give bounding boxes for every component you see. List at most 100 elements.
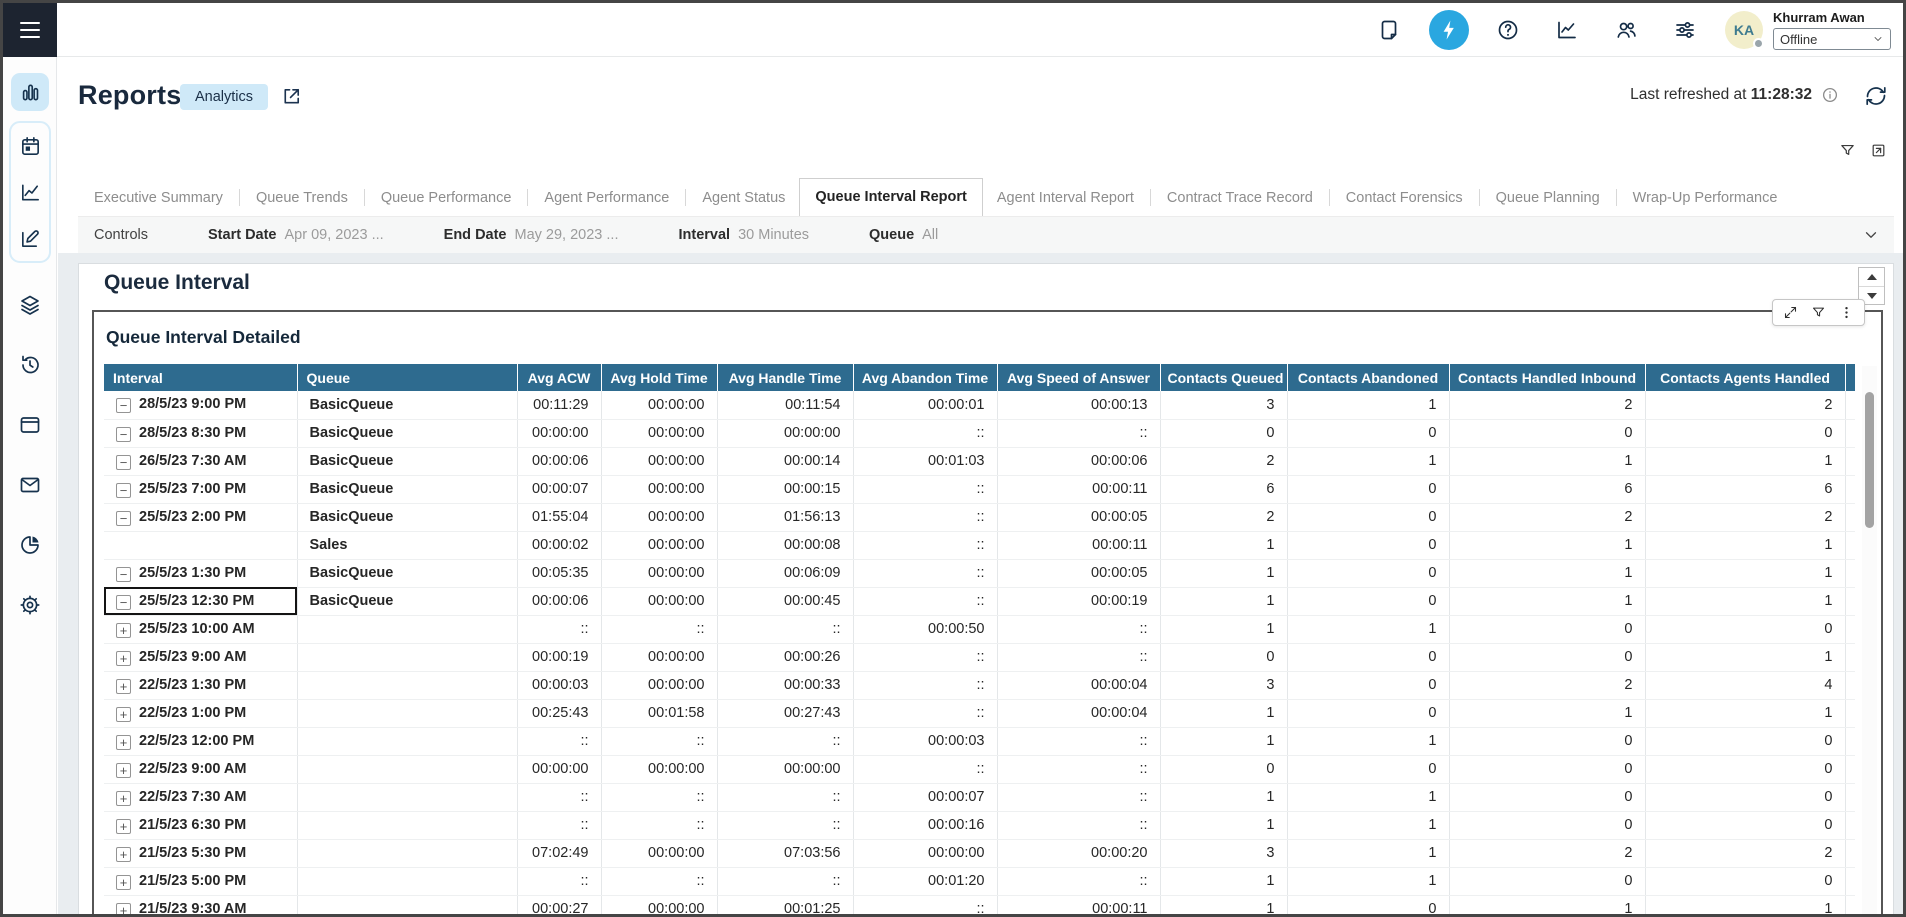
tab-agent-status[interactable]: Agent Status (688, 181, 799, 216)
metrics-icon (1555, 18, 1579, 42)
control-interval[interactable]: Interval30 Minutes (678, 227, 809, 243)
queue-cell (297, 755, 517, 783)
expand-toggle[interactable]: + (116, 651, 131, 666)
collapse-toggle[interactable]: − (116, 398, 131, 413)
value-cell: 1 (1287, 839, 1449, 867)
tab-contact-forensics[interactable]: Contact Forensics (1332, 181, 1477, 216)
note-icon-button[interactable] (1370, 10, 1410, 50)
visual-funnel-icon[interactable] (1811, 305, 1826, 320)
expand-toggle[interactable]: + (116, 819, 131, 834)
queue-cell: BasicQueue (297, 503, 517, 531)
column-header-contacts-handled-inbound[interactable]: Contacts Handled Inbound (1449, 364, 1645, 391)
hamburger-menu-button[interactable] (3, 3, 57, 57)
metrics-icon-button[interactable] (1547, 10, 1587, 50)
popout-icon[interactable] (1870, 142, 1887, 159)
sidebar-item-reports-active[interactable] (11, 73, 49, 111)
expand-toggle[interactable]: + (116, 735, 131, 750)
expand-toggle[interactable]: + (116, 623, 131, 638)
sidebar-item-history[interactable] (18, 353, 42, 377)
value-cell: 00:06:09 (717, 559, 853, 587)
info-icon[interactable] (1821, 86, 1839, 104)
app-window: KA Khurram Awan Offline Reports Analytic… (0, 0, 1906, 917)
value-cell: :: (517, 727, 601, 755)
controls-bar: Controls Start DateApr 09, 2023 ...End D… (78, 216, 1894, 253)
expand-toggle[interactable]: + (116, 847, 131, 862)
expand-icon[interactable] (1783, 305, 1798, 320)
value-cell: 0 (1645, 867, 1845, 895)
refresh-icon[interactable] (1864, 84, 1888, 108)
avatar[interactable]: KA (1725, 11, 1763, 49)
settings-sliders-icon-button[interactable] (1665, 10, 1705, 50)
topbar-icons (1351, 10, 1705, 50)
collapse-toggle[interactable]: − (116, 483, 131, 498)
collapse-toggle[interactable]: − (116, 567, 131, 582)
column-header-avg-speed-of-answer[interactable]: Avg Speed of Answer (997, 364, 1160, 391)
expand-toggle[interactable]: + (116, 875, 131, 890)
table-row: −28/5/23 9:00 PMBasicQueue00:11:2900:00:… (104, 391, 1855, 419)
sidebar-item-canvas-edit[interactable] (19, 227, 42, 250)
tab-contract-trace-record[interactable]: Contract Trace Record (1153, 181, 1327, 216)
value-cell: 00:00:06 (517, 447, 601, 475)
column-header-contacts-abandoned[interactable]: Contacts Abandoned (1287, 364, 1449, 391)
expand-toggle[interactable]: + (116, 791, 131, 806)
tab-wrap-up-performance[interactable]: Wrap-Up Performance (1619, 181, 1792, 216)
tab-executive-summary[interactable]: Executive Summary (80, 181, 237, 216)
tab-agent-performance[interactable]: Agent Performance (530, 181, 683, 216)
tab-agent-interval-report[interactable]: Agent Interval Report (983, 181, 1148, 216)
sidebar-item-calendar[interactable] (19, 135, 42, 158)
collapse-toggle[interactable]: − (116, 455, 131, 470)
status-select[interactable]: Offline (1773, 28, 1891, 50)
column-header-co[interactable]: Co (1845, 364, 1855, 391)
control-start-date[interactable]: Start DateApr 09, 2023 ... (208, 227, 384, 243)
column-header-interval[interactable]: Interval (104, 364, 297, 391)
sidebar-item-gear[interactable] (18, 593, 42, 617)
table-scrollbar-thumb[interactable] (1865, 392, 1874, 528)
clipped-cell (1845, 895, 1855, 917)
value-cell: 1 (1160, 531, 1287, 559)
expand-toggle[interactable]: + (116, 903, 131, 917)
column-header-queue[interactable]: Queue (297, 364, 517, 391)
value-cell: 0 (1287, 531, 1449, 559)
agents-icon-button[interactable] (1606, 10, 1646, 50)
column-header-avg-handle-time[interactable]: Avg Handle Time (717, 364, 853, 391)
sidebar-item-pie-chart[interactable] (18, 533, 42, 557)
collapse-toggle[interactable]: − (116, 511, 131, 526)
tab-queue-interval-report[interactable]: Queue Interval Report (799, 178, 982, 216)
expand-toggle[interactable]: + (116, 679, 131, 694)
value-cell: 0 (1449, 811, 1645, 839)
queue-cell (297, 811, 517, 839)
spinner-up-button[interactable] (1859, 268, 1884, 286)
collapse-toggle[interactable]: − (116, 427, 131, 442)
sidebar-item-layers[interactable] (18, 293, 42, 317)
interval-label: 25/5/23 10:00 AM (139, 621, 255, 637)
kebab-menu-icon[interactable] (1839, 305, 1854, 320)
sidebar-item-pages[interactable] (18, 413, 42, 437)
queue-cell: BasicQueue (297, 419, 517, 447)
tab-queue-planning[interactable]: Queue Planning (1482, 181, 1614, 216)
pages-icon (18, 413, 42, 437)
sidebar-item-mail[interactable] (18, 473, 42, 497)
column-header-avg-abandon-time[interactable]: Avg Abandon Time (853, 364, 997, 391)
funnel-icon[interactable] (1839, 142, 1856, 159)
control-end-date[interactable]: End DateMay 29, 2023 ... (444, 227, 619, 243)
column-header-contacts-queued[interactable]: Contacts Queued (1160, 364, 1287, 391)
value-cell: 1 (1449, 559, 1645, 587)
chevron-down-icon (1872, 33, 1884, 45)
value-cell: 00:00:00 (601, 503, 717, 531)
tab-queue-performance[interactable]: Queue Performance (367, 181, 526, 216)
expand-toggle[interactable]: + (116, 707, 131, 722)
expand-toggle[interactable]: + (116, 763, 131, 778)
sidebar-item-line-chart[interactable] (19, 181, 42, 204)
help-icon-button[interactable] (1488, 10, 1528, 50)
tab-queue-trends[interactable]: Queue Trends (242, 181, 362, 216)
column-header-contacts-agents-handled[interactable]: Contacts Agents Handled (1645, 364, 1845, 391)
control-queue[interactable]: QueueAll (869, 227, 938, 243)
collapse-toggle[interactable]: − (116, 595, 131, 610)
collapse-controls-chevron-icon[interactable] (1862, 226, 1880, 244)
external-link-icon[interactable] (280, 85, 303, 108)
bolt-icon-button[interactable] (1429, 10, 1469, 50)
interval-label: 25/5/23 12:30 PM (139, 593, 254, 609)
column-header-avg-hold-time[interactable]: Avg Hold Time (601, 364, 717, 391)
value-cell: 00:00:00 (601, 643, 717, 671)
column-header-avg-acw[interactable]: Avg ACW (517, 364, 601, 391)
